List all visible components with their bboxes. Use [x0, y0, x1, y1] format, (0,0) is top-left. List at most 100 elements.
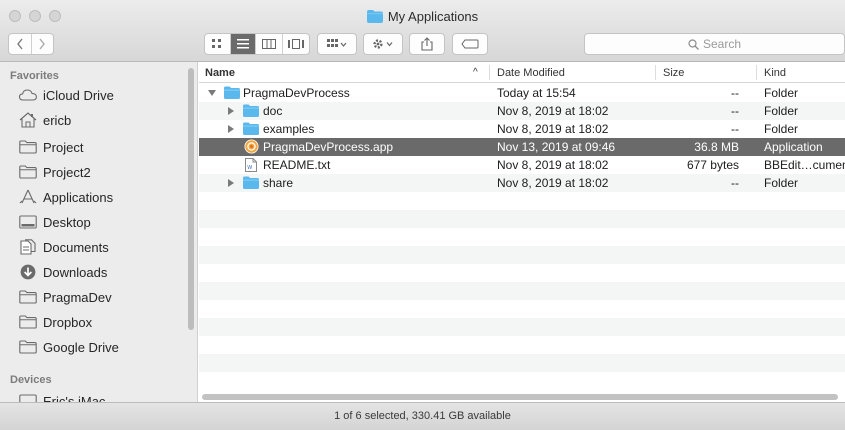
sidebar-item-label: Project [43, 139, 84, 155]
gallery-view-button[interactable] [283, 34, 309, 54]
empty-row [199, 336, 845, 354]
downloads-icon [20, 264, 36, 280]
empty-row [199, 282, 845, 300]
sidebar-item-label: ericb [43, 112, 72, 128]
group-by-button[interactable] [317, 33, 357, 55]
column-header-date[interactable]: Date Modified [497, 67, 565, 79]
file-date: Nov 13, 2019 at 09:46 [497, 140, 616, 154]
file-date: Nov 8, 2019 at 18:02 [497, 158, 609, 172]
text-file-icon: W [245, 158, 257, 172]
disclosure-triangle[interactable] [208, 90, 216, 96]
sidebar-item-google-drive[interactable]: Google Drive [19, 336, 119, 358]
empty-row [199, 264, 845, 282]
table-row[interactable]: doc Nov 8, 2019 at 18:02 -- Folder [199, 102, 845, 120]
file-name: share [263, 176, 294, 190]
column-view-button[interactable] [256, 34, 283, 54]
file-kind: Application [764, 140, 823, 154]
sidebar-item-erics-imac[interactable]: Eric's iMac [19, 390, 105, 402]
sidebar-item-label: Applications [43, 189, 114, 205]
tag-icon [461, 39, 479, 49]
list-view-button[interactable] [230, 34, 257, 54]
file-name: README.txt [263, 158, 331, 172]
sidebar-item-label: Documents [43, 239, 109, 255]
sidebar-item-label: Desktop [43, 214, 91, 230]
forward-button[interactable] [32, 34, 54, 54]
folder-icon [19, 340, 37, 354]
column-divider[interactable] [655, 65, 656, 80]
sidebar-item-label: PragmaDev [43, 289, 112, 305]
share-button[interactable] [409, 33, 445, 55]
column-header-bar: Name ^ Date Modified Size Kind [199, 62, 845, 83]
empty-row [199, 318, 845, 336]
sidebar-item-downloads[interactable]: Downloads [19, 261, 107, 283]
sidebar-item-project[interactable]: Project [19, 136, 83, 158]
back-button[interactable] [9, 34, 32, 54]
search-placeholder: Search [702, 37, 742, 51]
sidebar-item-icloud-drive[interactable]: iCloud Drive [19, 84, 114, 106]
sidebar-item-label: Google Drive [43, 339, 119, 355]
sidebar-item-ericb[interactable]: ericb [19, 109, 71, 131]
file-date: Today at 15:54 [497, 86, 576, 100]
window-toolbar: My Applications Search [0, 0, 845, 62]
sidebar-item-label: Eric's iMac [43, 393, 106, 403]
sidebar: Favorites iCloud Drive ericb Project Pro… [0, 62, 198, 402]
table-row[interactable]: share Nov 8, 2019 at 18:02 -- Folder [199, 174, 845, 192]
desktop-icon [19, 215, 37, 229]
folder-icon [366, 10, 383, 23]
icon-view-button[interactable] [205, 34, 231, 54]
status-bar: 1 of 6 selected, 330.41 GB available [0, 402, 845, 430]
table-row[interactable]: examples Nov 8, 2019 at 18:02 -- Folder [199, 120, 845, 138]
home-icon [19, 112, 37, 128]
file-kind: BBEdit…cument [764, 158, 845, 172]
disclosure-triangle[interactable] [228, 125, 234, 133]
gallery-view-icon [287, 39, 304, 49]
column-header-name[interactable]: Name [205, 67, 235, 79]
table-row[interactable]: W README.txt Nov 8, 2019 at 18:02 677 by… [199, 156, 845, 174]
file-name: doc [263, 104, 283, 118]
table-row[interactable]: PragmaDevProcess Today at 15:54 -- Folde… [199, 84, 845, 102]
svg-text:W: W [247, 165, 252, 171]
sidebar-item-dropbox[interactable]: Dropbox [19, 311, 92, 333]
file-size: -- [731, 86, 739, 100]
sidebar-item-documents[interactable]: Documents [19, 236, 109, 258]
table-row-selected[interactable]: PragmaDevProcess.app Nov 13, 2019 at 09:… [199, 138, 845, 156]
sidebar-item-desktop[interactable]: Desktop [19, 211, 91, 233]
file-kind: Folder [764, 176, 799, 190]
column-header-kind[interactable]: Kind [764, 67, 786, 79]
file-list: Name ^ Date Modified Size Kind PragmaDev… [199, 62, 845, 402]
column-view-icon [261, 39, 276, 49]
sidebar-scrollbar[interactable] [188, 68, 194, 330]
disclosure-triangle[interactable] [228, 179, 234, 187]
sidebar-item-project2[interactable]: Project2 [19, 161, 91, 183]
file-kind: Folder [764, 86, 799, 100]
sidebar-item-pragmadev[interactable]: PragmaDev [19, 286, 112, 308]
folder-icon [243, 122, 259, 135]
navigation-buttons [8, 33, 54, 55]
status-text: 1 of 6 selected, 330.41 GB available [334, 410, 511, 422]
folder-icon [19, 290, 37, 304]
column-header-size[interactable]: Size [663, 67, 684, 79]
empty-row [199, 228, 845, 246]
horizontal-scrollbar[interactable] [202, 394, 838, 400]
search-icon [688, 38, 699, 50]
disclosure-triangle[interactable] [228, 107, 234, 115]
action-button[interactable] [363, 33, 403, 55]
cloud-icon [19, 89, 37, 101]
file-size: -- [731, 104, 739, 118]
sidebar-section-header: Devices [10, 374, 52, 386]
file-size: 677 bytes [686, 158, 739, 172]
column-divider[interactable] [489, 65, 490, 80]
file-name: PragmaDevProcess [243, 86, 350, 100]
app-icon [244, 139, 259, 154]
tag-button[interactable] [452, 33, 488, 55]
sidebar-item-applications[interactable]: Applications [19, 186, 113, 208]
file-size: 36.8 MB [694, 140, 739, 154]
imac-icon [19, 394, 37, 402]
file-name: PragmaDevProcess.app [263, 140, 394, 154]
search-field[interactable]: Search [584, 33, 845, 55]
share-icon [421, 37, 433, 51]
chevron-right-icon [39, 38, 46, 50]
column-divider[interactable] [756, 65, 757, 80]
file-date: Nov 8, 2019 at 18:02 [497, 122, 609, 136]
empty-row [199, 300, 845, 318]
